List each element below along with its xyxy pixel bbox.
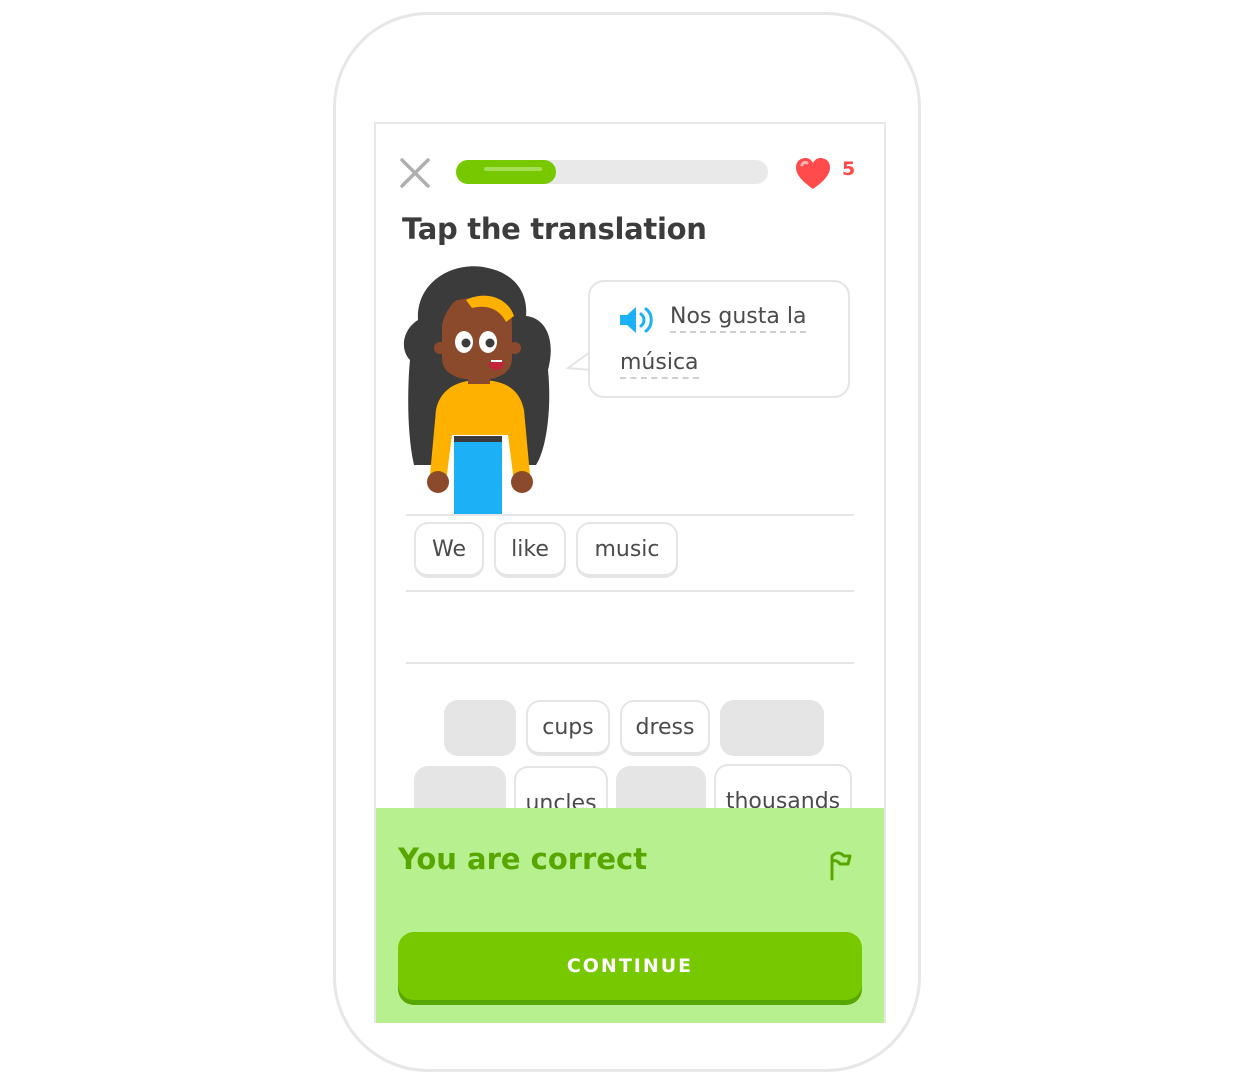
speech-bubble-tail (566, 351, 590, 371)
feedback-panel: You are correct CONTINUE (376, 808, 884, 1023)
speech-bubble: Nos gusta la música (588, 280, 850, 398)
continue-button[interactable]: CONTINUE (398, 932, 862, 1000)
speaker-icon[interactable] (618, 304, 658, 336)
flag-report-icon[interactable] (822, 848, 856, 882)
close-icon[interactable] (398, 156, 432, 190)
word-bank-tile[interactable]: cups (526, 700, 610, 756)
heart-icon (796, 158, 830, 189)
lesson-progress-fill (456, 160, 556, 184)
word-bank-slot-empty (444, 700, 516, 756)
exercise-title: Tap the translation (402, 212, 707, 246)
lives-count: 5 (842, 158, 856, 180)
lesson-progress-bar (456, 160, 768, 184)
answer-line-3 (406, 662, 854, 664)
answer-line-1 (406, 514, 854, 516)
answer-tile[interactable]: music (576, 522, 678, 578)
lesson-screen: 5 Tap the translation Nos gusta la músic… (374, 122, 886, 1023)
answer-tile[interactable]: like (494, 522, 566, 578)
word-bank-tile[interactable]: dress (620, 700, 710, 756)
character-illustration (403, 266, 551, 515)
feedback-title: You are correct (398, 842, 648, 876)
prompt-sentence-line1[interactable]: Nos gusta la (670, 304, 807, 333)
answer-line-2 (406, 590, 854, 592)
answer-tile[interactable]: We (414, 522, 484, 578)
prompt-sentence-line2[interactable]: música (620, 350, 699, 379)
word-bank-slot-empty (720, 700, 824, 756)
